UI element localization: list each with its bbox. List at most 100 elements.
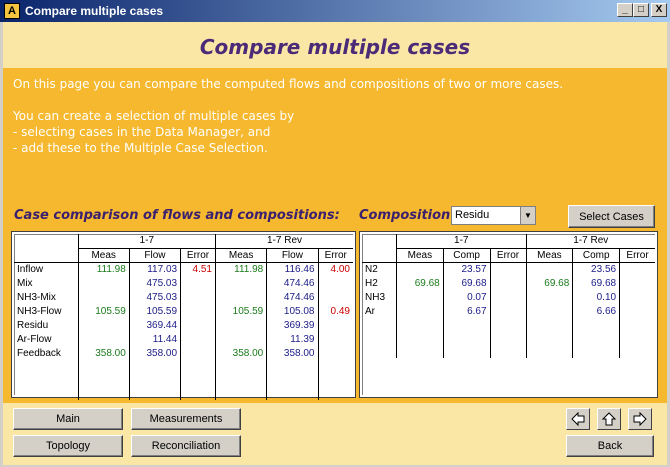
select-cases-button[interactable]: Select Cases — [568, 205, 655, 228]
table-cell: 369.39 — [266, 318, 318, 332]
table-cell: 0.07 — [442, 290, 491, 304]
group-header: 1-7 Rev — [215, 234, 353, 249]
table-cell — [180, 332, 216, 346]
table-cell: 111.98 — [214, 262, 267, 276]
table-cell — [77, 318, 130, 332]
table-cell: 358.00 — [266, 346, 318, 360]
table-cell — [214, 318, 267, 332]
row-name: NH3 — [365, 291, 386, 303]
table-row: Feedback 358.00 358.00 358.00 358.00 — [14, 346, 353, 360]
column-header: Error — [619, 248, 655, 263]
nav-forward-arrow-button[interactable] — [628, 408, 652, 430]
table-cell — [214, 276, 267, 290]
table-cell — [180, 346, 216, 360]
table-cell: 358.00 — [214, 346, 267, 360]
column-header: Flow — [128, 248, 181, 263]
table-cell: 475.03 — [128, 290, 181, 304]
flows-section-title: Case comparison of flows and composition… — [14, 208, 340, 223]
table-cell: 105.59 — [77, 304, 130, 318]
table-cell: 23.57 — [442, 262, 491, 276]
corner-cell — [362, 248, 397, 263]
table-cell: 474.46 — [266, 290, 318, 304]
table-cell: 69.68 — [395, 276, 444, 290]
column-header: Comp — [442, 248, 491, 263]
table-cell: 0.49 — [317, 304, 353, 318]
back-button[interactable]: Back — [566, 435, 654, 457]
row-name: H2 — [365, 277, 378, 289]
table-cell — [525, 304, 573, 318]
table-cell — [214, 290, 267, 304]
table-cell: 105.08 — [266, 304, 318, 318]
corner-cell — [14, 234, 78, 248]
column-header: Meas — [525, 248, 573, 263]
page-header: Compare multiple cases — [3, 22, 667, 68]
table-cell — [180, 318, 216, 332]
column-header: Error — [317, 248, 353, 263]
table-cell — [317, 346, 353, 360]
arrow-left-icon — [571, 411, 585, 427]
table-cell: 11.39 — [266, 332, 318, 346]
table-cell — [619, 262, 655, 276]
table-row: NH3-Flow 105.59 105.59 105.59 105.08 0.49 — [14, 304, 353, 318]
row-name: NH3-Mix — [17, 291, 56, 303]
chevron-down-icon[interactable]: ▼ — [520, 207, 535, 224]
table-cell — [317, 318, 353, 332]
table-cell — [77, 290, 130, 304]
group-header: 1-7 Rev — [525, 234, 655, 249]
row-name: Residu — [17, 319, 49, 331]
table-cell: 4.00 — [317, 262, 353, 276]
flows-table-panel: 1-7 1-7 Rev Meas Flow Error Meas Flow Error Infl… — [12, 232, 355, 400]
table-cell — [77, 332, 130, 346]
topology-button[interactable]: Topology — [13, 435, 123, 457]
table-cell — [180, 290, 216, 304]
table-row: Inflow 111.98 117.03 4.51 111.98 116.46 4.00 — [14, 262, 353, 276]
table-cell: 105.59 — [128, 304, 181, 318]
maximize-button[interactable]: □ — [633, 3, 649, 17]
row-name: Ar-Flow — [17, 333, 52, 345]
table-row: Ar-Flow 11.44 11.39 — [14, 332, 353, 346]
table-cell: 358.00 — [77, 346, 130, 360]
table-cell: 23.56 — [572, 262, 620, 276]
table-row: Mix 475.03 474.46 — [14, 276, 353, 290]
table-cell: 117.03 — [128, 262, 181, 276]
composition-title: Composition — [359, 208, 451, 223]
column-header: Error — [489, 248, 527, 263]
flows-table: 1-7 1-7 Rev Meas Flow Error Meas Flow Error Infl… — [14, 234, 353, 400]
table-cell: 6.66 — [572, 304, 620, 318]
table-cell: 4.51 — [180, 262, 216, 276]
column-header: Error — [180, 248, 216, 263]
table-row: NH3-Mix 475.03 474.46 — [14, 290, 353, 304]
table-cell — [317, 332, 353, 346]
content-area: On this page you can compare the compute… — [3, 68, 667, 403]
nav-back-arrow-button[interactable] — [566, 408, 590, 430]
table-cell — [395, 262, 444, 276]
reconciliation-button[interactable]: Reconciliation — [131, 435, 241, 457]
close-button[interactable]: X — [651, 3, 667, 17]
measurements-button[interactable]: Measurements — [131, 408, 241, 430]
table-cell — [395, 290, 444, 304]
table-cell — [525, 290, 573, 304]
table-cell: 474.46 — [266, 276, 318, 290]
composition-select[interactable]: Residu ▼ — [451, 206, 536, 225]
table-cell — [317, 276, 353, 290]
table-cell — [180, 304, 216, 318]
main-button[interactable]: Main — [13, 408, 123, 430]
app-icon: A — [4, 3, 20, 19]
table-cell — [489, 262, 527, 276]
table-cell: 358.00 — [128, 346, 181, 360]
table-cell — [214, 332, 267, 346]
column-header: Comp — [572, 248, 620, 263]
table-cell: 11.44 — [128, 332, 181, 346]
row-name: Inflow — [17, 263, 44, 275]
table-cell — [619, 290, 655, 304]
table-cell: 69.68 — [572, 276, 620, 290]
nav-up-arrow-button[interactable] — [597, 408, 621, 430]
minimize-button[interactable]: _ — [617, 3, 633, 17]
column-header: Meas — [214, 248, 267, 263]
row-name: NH3-Flow — [17, 305, 62, 317]
table-cell: 105.59 — [214, 304, 267, 318]
table-row: N2 23.57 23.56 — [362, 262, 655, 276]
table-cell — [489, 276, 527, 290]
row-name: Mix — [17, 277, 33, 289]
column-header: Flow — [266, 248, 318, 263]
